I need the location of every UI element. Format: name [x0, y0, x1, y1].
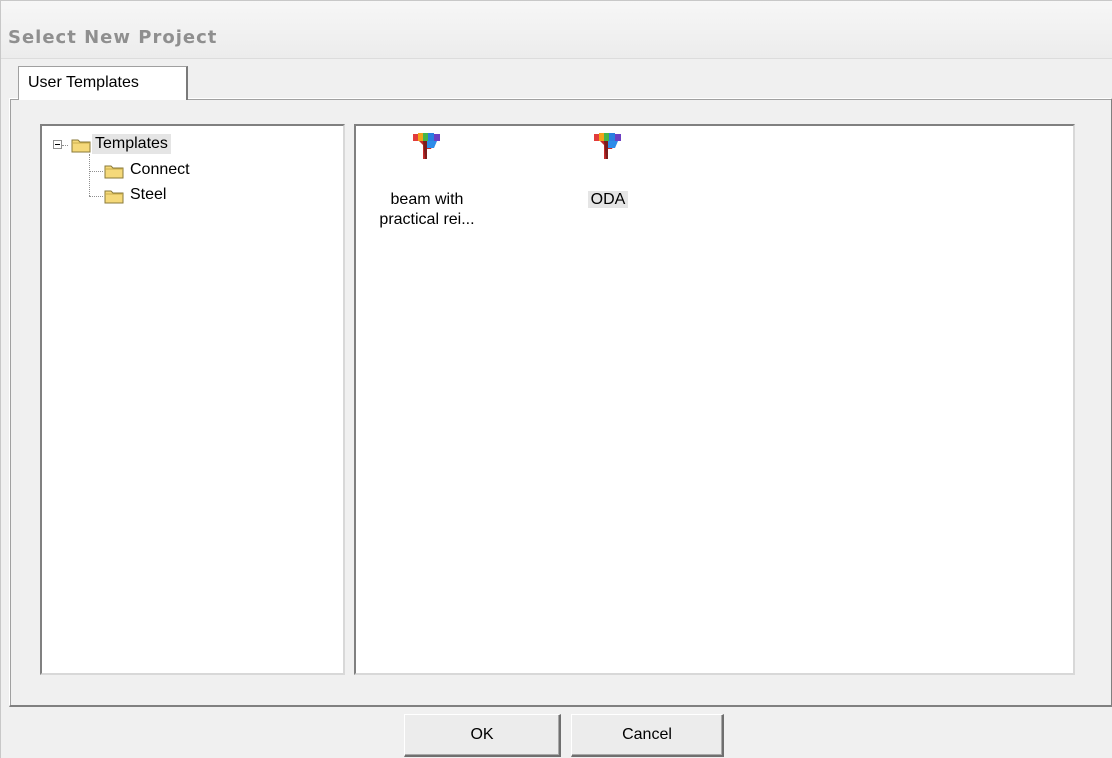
- folder-tree-pane[interactable]: Templates Connect Steel: [40, 124, 345, 675]
- tree-item-label: Steel: [130, 186, 167, 203]
- tree-connector: [89, 171, 103, 172]
- template-item-label: ODA: [587, 191, 629, 208]
- folder-icon: [104, 165, 124, 179]
- cancel-button[interactable]: Cancel: [571, 714, 724, 757]
- template-item-label-line2: practical rei...: [379, 211, 475, 228]
- tab-user-templates[interactable]: User Templates: [18, 66, 188, 100]
- ok-button[interactable]: OK: [404, 714, 561, 757]
- template-file-icon: [413, 133, 440, 159]
- tree-connector: [62, 145, 68, 146]
- collapse-toggle-icon[interactable]: [53, 140, 62, 149]
- template-file-icon: [594, 133, 621, 159]
- title-bar[interactable]: Select New Project: [1, 1, 1112, 59]
- template-item-oda[interactable]: ODA: [564, 130, 652, 210]
- folder-icon: [104, 190, 124, 204]
- dialog-title: Select New Project: [8, 27, 218, 48]
- template-item-beam[interactable]: beam with practical rei...: [362, 130, 492, 230]
- tree-item-label: Connect: [130, 161, 190, 178]
- tree-item-label: Templates: [92, 134, 171, 154]
- templates-list-pane[interactable]: beam with practical rei... ODA: [354, 124, 1075, 675]
- template-item-label-line1: beam with: [390, 191, 464, 208]
- tab-label: User Templates: [28, 74, 139, 91]
- dialog-window: Select New Project User Templates Templa…: [0, 0, 1112, 758]
- folder-icon: [71, 139, 91, 153]
- tree-connector: [89, 154, 90, 196]
- tree-connector: [89, 196, 103, 197]
- template-item-label-wrap: ODA: [564, 190, 652, 210]
